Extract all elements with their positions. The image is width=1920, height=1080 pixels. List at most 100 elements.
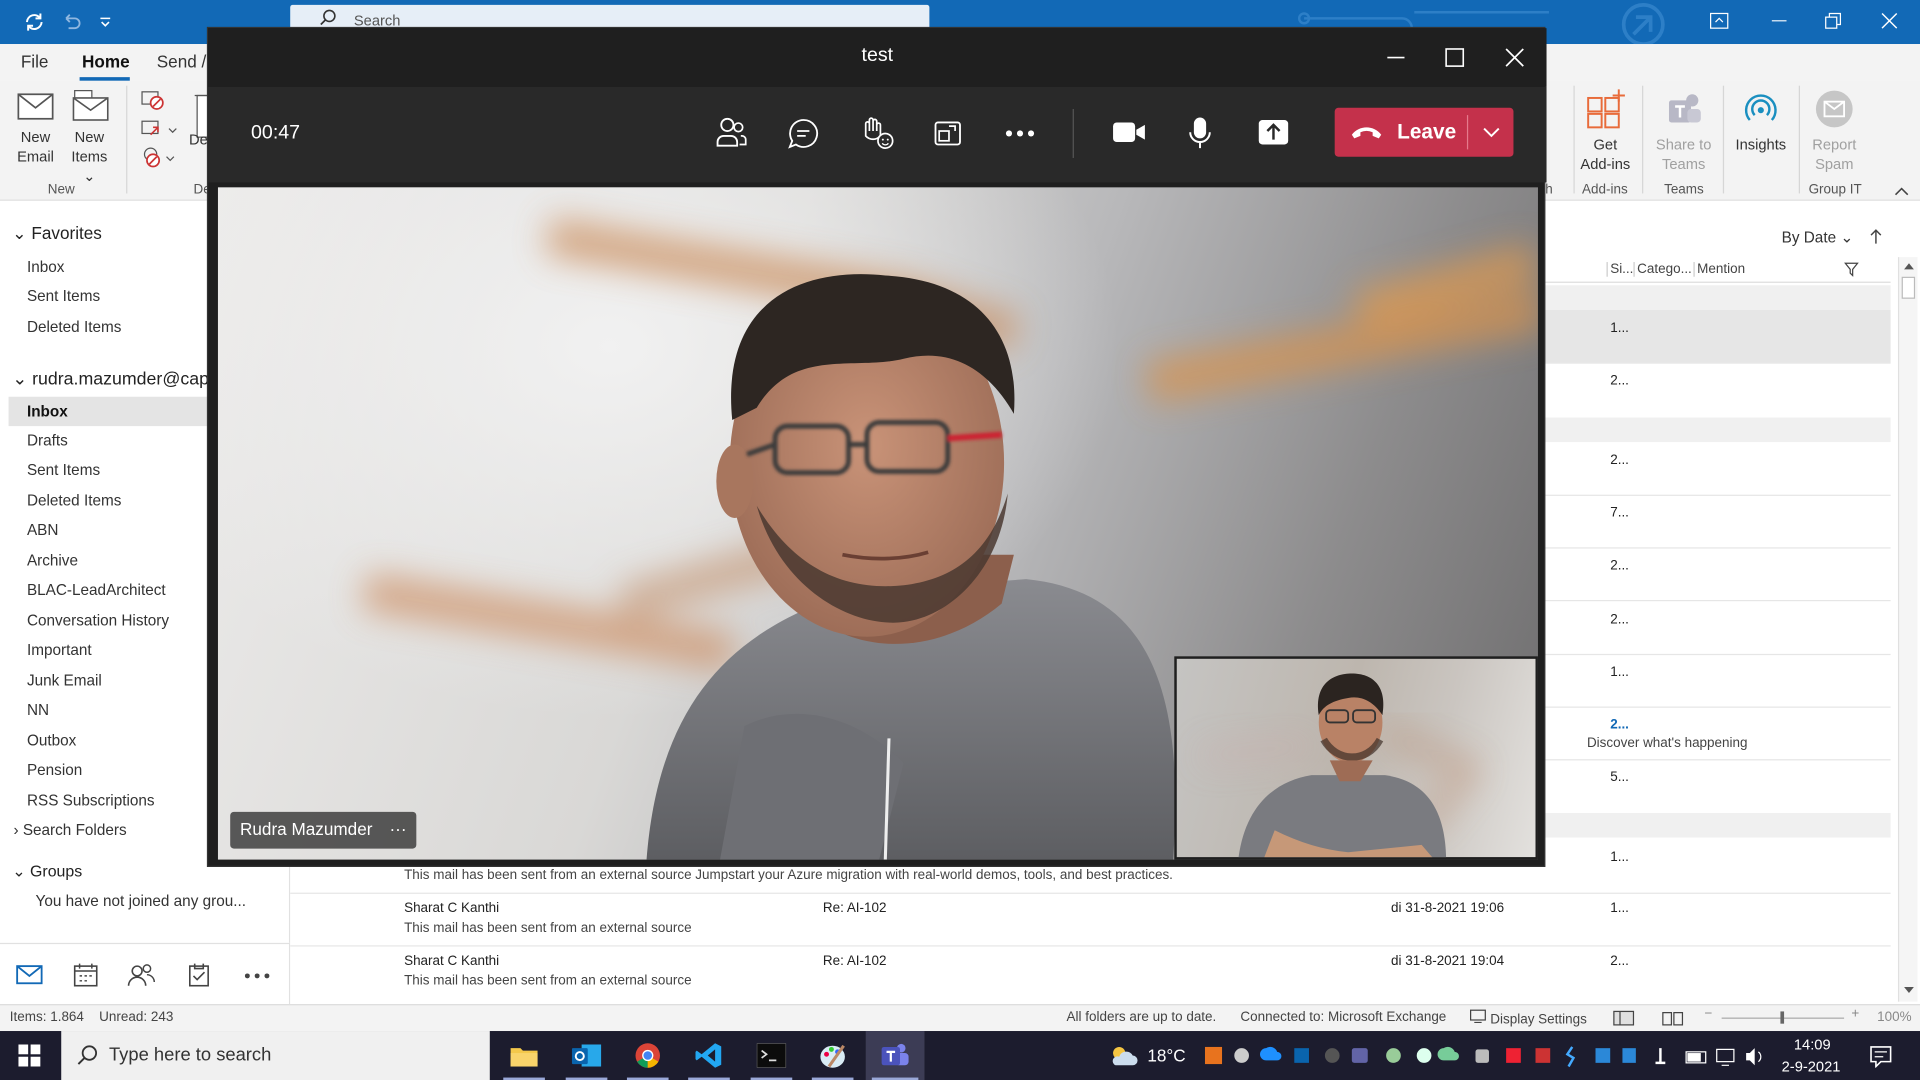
zoom-slider[interactable]: − + [1704,1007,1863,1026]
weather-temperature[interactable]: 18°C [1147,1046,1185,1066]
folder-abn[interactable]: ABN [27,522,58,539]
scrollbar-thumb[interactable] [1901,276,1916,299]
tab-send-receive[interactable]: Send / [157,51,207,71]
insights-button[interactable]: Insights [1729,88,1793,154]
people-icon[interactable] [127,962,156,986]
folder-drafts[interactable]: Drafts [27,432,68,449]
rooms-icon[interactable] [933,119,962,148]
mail-icon[interactable] [16,965,43,985]
system-tray-icons[interactable] [1204,1046,1636,1068]
taskbar-search-box[interactable]: Type here to search [61,1031,490,1080]
new-items-button[interactable]: New Items ⌄ [64,88,115,186]
new-email-button[interactable]: New Email [7,91,63,167]
undo-icon[interactable] [60,12,82,32]
normal-view-icon[interactable] [1613,1010,1635,1026]
tab-file[interactable]: File [21,51,49,71]
scroll-up-icon[interactable] [1903,261,1915,271]
restore-icon[interactable] [1824,12,1842,29]
favorite-inbox[interactable]: Inbox [27,258,64,275]
notification-center-icon[interactable] [1870,1046,1892,1068]
sort-direction-icon[interactable] [1870,228,1882,245]
scrollbar[interactable] [1897,257,1918,1002]
minimize-icon[interactable] [1386,55,1406,60]
report-spam-button[interactable]: Report Spam [1802,88,1866,174]
zoom-out-icon[interactable]: − [1704,1007,1712,1022]
get-addins-button[interactable]: Get Add-ins [1571,88,1640,174]
junk-icon[interactable] [140,144,179,171]
scroll-down-icon[interactable] [1903,986,1915,996]
participants-icon[interactable] [715,116,747,148]
microphone-icon[interactable] [1188,116,1212,150]
folder-nn[interactable]: NN [27,702,49,719]
teams-taskbar-button[interactable] [865,1031,925,1080]
maximize-icon[interactable] [1445,48,1465,68]
leave-label: Leave [1397,120,1457,144]
clock-time[interactable]: 14:09 [1794,1036,1831,1053]
clock-date[interactable]: 2-9-2021 [1782,1058,1841,1075]
account-header[interactable]: ⌄ rudra.mazumder@capg [12,370,219,390]
reading-view-icon[interactable] [1662,1010,1684,1026]
participant-more-icon[interactable]: ··· [389,819,406,839]
folder-pension[interactable]: Pension [27,762,82,779]
collapse-ribbon-icon[interactable] [1894,186,1909,196]
tasks-icon[interactable] [187,962,211,987]
search-folders[interactable]: › Search Folders [13,822,126,839]
chat-icon[interactable] [787,118,819,150]
new-items-label-1: New [74,128,105,146]
table-row[interactable]: Sharat C Kanthi This mail has been sent … [290,947,1890,1000]
display-settings-button[interactable]: Display Settings [1469,1009,1587,1027]
close-icon[interactable] [1505,48,1525,68]
share-content-icon[interactable] [1258,119,1290,146]
participant-name-tag[interactable]: Rudra Mazumder ··· [230,811,417,849]
clean-up-icon[interactable] [140,118,179,142]
sync-icon[interactable] [22,11,46,33]
more-options-icon[interactable] [244,972,271,979]
vscode-icon[interactable] [695,1042,723,1069]
folder-archive[interactable]: Archive [27,552,78,569]
chrome-icon[interactable] [634,1042,661,1069]
favorites-header[interactable]: ⌄ Favorites [12,223,102,244]
outlook-taskbar-icon[interactable] [571,1042,602,1069]
chevron-down-icon[interactable] [1482,126,1502,138]
column-size[interactable]: Si... [1606,262,1633,277]
share-to-teams-button[interactable]: Share to Teams [1646,88,1722,174]
tray-status-icons[interactable] [1653,1046,1780,1068]
file-explorer-icon[interactable] [509,1043,538,1067]
zoom-in-icon[interactable]: + [1851,1007,1859,1022]
zoom-thumb[interactable] [1780,1011,1785,1024]
folder-rss-subscriptions[interactable]: RSS Subscriptions [27,792,155,809]
self-view-video[interactable] [1174,656,1538,860]
weather-cloud-icon[interactable] [1108,1043,1138,1067]
calendar-icon[interactable] [72,962,99,987]
folder-important[interactable]: Important [27,642,92,659]
groups-header[interactable]: ⌄ Groups [12,862,82,882]
folder-sent-items[interactable]: Sent Items [27,462,100,479]
folder-outbox[interactable]: Outbox [27,732,76,749]
camera-icon[interactable] [1112,120,1146,144]
ribbon-display-options-icon[interactable] [1709,12,1729,29]
favorite-deleted-items[interactable]: Deleted Items [27,318,121,335]
minimize-icon[interactable] [1771,15,1788,27]
column-category[interactable]: Catego... [1633,262,1692,277]
folder-blac-leadarchitect[interactable]: BLAC-LeadArchitect [27,582,166,599]
search-input[interactable]: Search [290,4,930,29]
sort-by-date[interactable]: By Date ⌄ [1782,228,1854,246]
folder-deleted-items[interactable]: Deleted Items [27,492,121,509]
quick-access-dropdown-icon[interactable] [98,15,113,27]
ignore-icon[interactable] [140,88,167,112]
more-actions-icon[interactable] [1005,129,1035,139]
windows-start-icon[interactable] [18,1044,41,1067]
folder-conversation-history[interactable]: Conversation History [27,612,169,629]
tab-home[interactable]: Home [82,51,130,71]
leave-button[interactable]: Leave [1335,108,1467,157]
close-icon[interactable] [1881,12,1898,29]
column-mention[interactable]: Mention [1693,262,1745,277]
filter-icon[interactable] [1844,262,1859,277]
terminal-icon[interactable] [756,1043,787,1068]
folder-junk-email[interactable]: Junk Email [27,672,102,689]
paint-icon[interactable] [819,1042,846,1069]
favorite-sent-items[interactable]: Sent Items [27,288,100,305]
selected-row[interactable] [1545,309,1891,363]
reactions-raise-hand-icon[interactable] [860,116,894,150]
table-row[interactable]: Sharat C Kanthi This mail has been sent … [290,894,1890,947]
